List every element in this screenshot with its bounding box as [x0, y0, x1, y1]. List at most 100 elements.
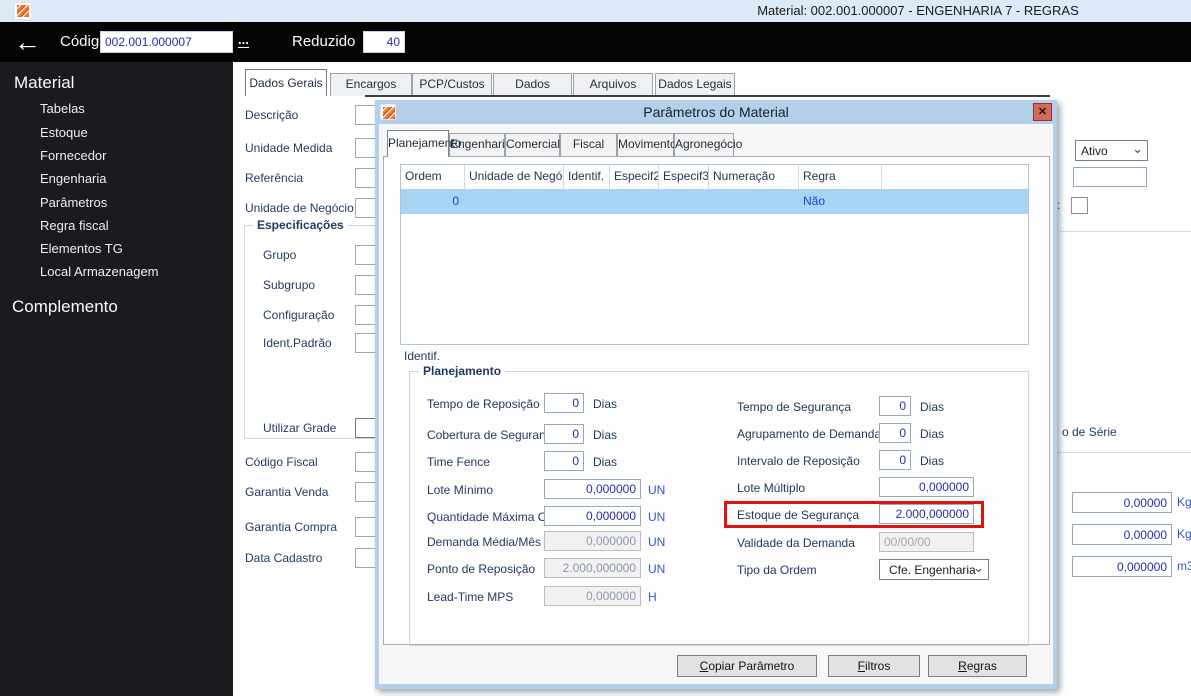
demanda-media-unit: UN	[648, 535, 666, 549]
cobertura-seguranca-unit: Dias	[593, 428, 618, 442]
volume-field[interactable]	[1072, 556, 1172, 577]
window-titlebar: Material: 002.001.000007 - ENGENHARIA 7 …	[0, 0, 1191, 22]
col-filler	[882, 165, 1028, 189]
peso-bruto-field[interactable]	[1072, 492, 1172, 513]
serie-label: o de Série	[1062, 425, 1117, 439]
col-unidade-negocio[interactable]: Unidade de Negócio	[465, 165, 564, 189]
application-window: Material: 002.001.000007 - ENGENHARIA 7 …	[0, 0, 1191, 696]
demanda-media-field	[544, 531, 641, 551]
peso-liquido-field[interactable]	[1072, 524, 1172, 545]
sidebar-item-elementos-tg[interactable]: Elementos TG	[40, 241, 123, 256]
lookup-ellipsis-button[interactable]: ...	[238, 33, 249, 48]
right-divider-serie	[1056, 452, 1191, 453]
col-ordem[interactable]: Ordem	[401, 165, 465, 189]
agrupamento-demandas-field[interactable]	[879, 423, 911, 443]
intervalo-reposicao-label: Intervalo de Reposição	[737, 454, 860, 468]
garantia-venda-label: Garantia Venda	[245, 485, 329, 499]
sidebar-section-material[interactable]: Material	[14, 73, 74, 93]
lote-multiplo-label: Lote Múltiplo	[737, 481, 806, 495]
quantidade-maxima-unit: UN	[648, 510, 666, 524]
close-icon[interactable]: ✕	[1033, 103, 1052, 121]
tempo-seguranca-label: Tempo de Segurança	[737, 400, 852, 414]
codigo-input[interactable]	[100, 31, 233, 53]
estoque-seguranca-field[interactable]	[879, 504, 974, 524]
cobertura-seguranca-field[interactable]	[544, 424, 584, 444]
time-fence-unit: Dias	[593, 455, 618, 469]
lote-minimo-unit: UN	[648, 483, 666, 497]
sidebar-item-fornecedor[interactable]: Fornecedor	[40, 148, 106, 163]
agrupamento-demandas-label: Agrupamento de Demandas	[737, 427, 888, 441]
tab-dados-gerais[interactable]: Dados Gerais	[245, 69, 327, 96]
sidebar-item-regra-fiscal[interactable]: Regra fiscal	[40, 218, 109, 233]
referencia-label: Referência	[245, 171, 304, 185]
tempo-seguranca-field[interactable]	[879, 396, 911, 416]
time-fence-label: Time Fence	[427, 455, 490, 469]
tab-divider	[365, 95, 1050, 97]
tab-arquivos[interactable]: Arquivos	[573, 73, 653, 96]
grid-selected-row[interactable]: 0 Não	[401, 189, 1028, 214]
sidebar: Material Tabelas Estoque Fornecedor Enge…	[0, 62, 233, 696]
reduzido-label: Reduzido	[292, 33, 356, 50]
reduzido-input[interactable]	[363, 31, 405, 53]
right-empty-field[interactable]	[1073, 167, 1147, 187]
status-dropdown[interactable]: Ativo ⌄	[1075, 140, 1148, 161]
tab-pcp-custos[interactable]: PCP/Custos	[412, 73, 492, 96]
regras-button[interactable]: Regras	[928, 655, 1027, 677]
cell-regra: Não	[803, 194, 826, 208]
dtab-movimentos[interactable]: Movimentos	[617, 133, 683, 156]
top-toolbar: ← Código ... Reduzido	[0, 22, 1191, 62]
parametros-material-dialog: Parâmetros do Material ✕ Planejamento En…	[375, 100, 1057, 689]
tempo-reposicao-field[interactable]	[544, 393, 584, 413]
dtab-fiscal[interactable]: Fiscal	[560, 133, 617, 156]
dtab-planejamento[interactable]: Planejamento	[387, 130, 461, 157]
col-especif2[interactable]: Especif2	[610, 165, 659, 189]
dtab-agronegocio[interactable]: Agronegócio	[674, 133, 742, 156]
tipo-ordem-dropdown[interactable]: Cfe. Engenharia ⌄	[879, 559, 989, 580]
descricao-label: Descrição	[245, 108, 299, 122]
sidebar-item-local-armazenagem[interactable]: Local Armazenagem	[40, 264, 159, 279]
app-icon-glyph	[17, 5, 29, 17]
validade-demanda-label: Validade da Demanda	[737, 536, 855, 550]
col-identif[interactable]: Identif.	[564, 165, 610, 189]
lote-minimo-field[interactable]	[544, 479, 641, 499]
window-title: Material: 002.001.000007 - ENGENHARIA 7 …	[757, 3, 1079, 18]
tab-dados-legais[interactable]: Dados Legais	[655, 73, 735, 96]
grupo-label: Grupo	[263, 248, 297, 262]
col-especif3[interactable]: Especif3	[659, 165, 709, 189]
back-icon[interactable]: ←	[14, 22, 41, 62]
grid-header: Ordem Unidade de Negócio Identif. Especi…	[401, 165, 1028, 189]
dialog-title: Parâmetros do Material	[643, 104, 789, 120]
sidebar-item-engenharia[interactable]: Engenharia	[40, 171, 107, 186]
tipo-ordem-value: Cfe. Engenharia	[889, 563, 976, 577]
right-divider-top	[1060, 231, 1191, 232]
agrupamento-demandas-unit: Dias	[920, 427, 945, 441]
ident-padrao-label: Ident.Padrão	[263, 336, 332, 350]
lead-time-mps-label: Lead-Time MPS	[427, 590, 514, 604]
col-regra[interactable]: Regra	[799, 165, 882, 189]
dtab-comercial[interactable]: Comercial	[505, 133, 560, 156]
sidebar-item-estoque[interactable]: Estoque	[40, 125, 88, 140]
intervalo-reposicao-unit: Dias	[920, 454, 945, 468]
ponto-reposicao-label: Ponto de Reposição	[427, 562, 536, 576]
filtros-button[interactable]: Filtros	[828, 655, 920, 677]
peso-bruto-unit: Kg	[1177, 495, 1191, 509]
col-numeracao[interactable]: Numeração	[709, 165, 799, 189]
unidade-negocio-label: Unidade de Negócio	[245, 201, 354, 215]
right-checkbox[interactable]	[1071, 197, 1088, 214]
sidebar-item-tabelas[interactable]: Tabelas	[40, 101, 85, 116]
sidebar-item-parametros[interactable]: Parâmetros	[40, 195, 107, 210]
sidebar-section-complemento[interactable]: Complemento	[12, 297, 118, 317]
lote-multiplo-field[interactable]	[879, 477, 974, 497]
tab-encargos[interactable]: Encargos	[330, 73, 412, 96]
time-fence-field[interactable]	[544, 451, 584, 471]
ponto-reposicao-field	[544, 558, 641, 578]
tab-dados-adicionais[interactable]: Dados Adicionais	[493, 73, 572, 112]
intervalo-reposicao-field[interactable]	[879, 450, 911, 470]
copiar-parametro-button[interactable]: Copiar Parâmetro	[677, 655, 817, 677]
app-icon	[14, 2, 32, 20]
truncated-colon-label: :	[1057, 198, 1061, 212]
planejamento-legend: Planejamento	[419, 364, 506, 378]
volume-unit: m3	[1177, 559, 1191, 573]
parametros-grid: Ordem Unidade de Negócio Identif. Especi…	[400, 164, 1029, 345]
quantidade-maxima-field[interactable]	[544, 506, 641, 526]
